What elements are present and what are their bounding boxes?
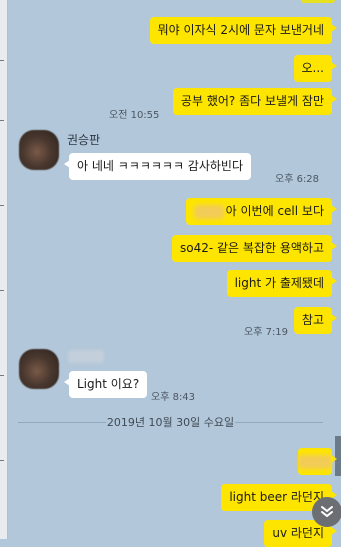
my-message-bubble[interactable] bbox=[298, 448, 337, 475]
sender-avatar[interactable] bbox=[19, 349, 59, 389]
my-message-bubble[interactable]: 참고 bbox=[293, 307, 338, 334]
sender-name-blurred bbox=[68, 350, 104, 363]
window-left-edge bbox=[0, 0, 8, 539]
other-message-bubble[interactable]: Light 이요? bbox=[63, 371, 148, 398]
date-divider: 2019년 10월 30일 수요일 bbox=[18, 416, 323, 429]
scroll-to-bottom-button[interactable] bbox=[312, 497, 341, 527]
message-timestamp: 오전 10:55 bbox=[109, 110, 160, 121]
my-message-bubble[interactable]: light 가 출제됐데 bbox=[226, 270, 338, 297]
blurred-message-content bbox=[298, 454, 332, 469]
message-timestamp: 오후 6:28 bbox=[275, 174, 320, 185]
message-timestamp: 오후 8:43 bbox=[151, 392, 196, 403]
date-divider-label: 2019년 10월 30일 수요일 bbox=[106, 416, 235, 429]
previous-message-edge bbox=[301, 0, 335, 3]
blurred-name-chip bbox=[193, 204, 224, 219]
my-message-bubble[interactable]: 아 이번에 cell 보다 bbox=[185, 198, 338, 225]
my-message-bubble[interactable]: 공부 했어? 좀다 보낼게 잠만 bbox=[172, 88, 338, 115]
sender-name: 권승판 bbox=[67, 133, 101, 147]
sender-avatar[interactable] bbox=[19, 130, 59, 170]
my-message-bubble[interactable]: so42- 같은 복잡한 용액하고 bbox=[172, 235, 337, 262]
double-chevron-down-icon bbox=[321, 506, 333, 518]
my-message-bubble[interactable]: 뭐야 이자식 2시에 문자 보낸거네 bbox=[149, 17, 338, 44]
message-timestamp: 오후 7:19 bbox=[244, 327, 289, 338]
other-message-bubble[interactable]: 아 네네 ㅋㅋㅋㅋㅋㅋ 감사하빈다 bbox=[63, 153, 252, 180]
my-message-bubble[interactable]: 오... bbox=[293, 55, 338, 82]
